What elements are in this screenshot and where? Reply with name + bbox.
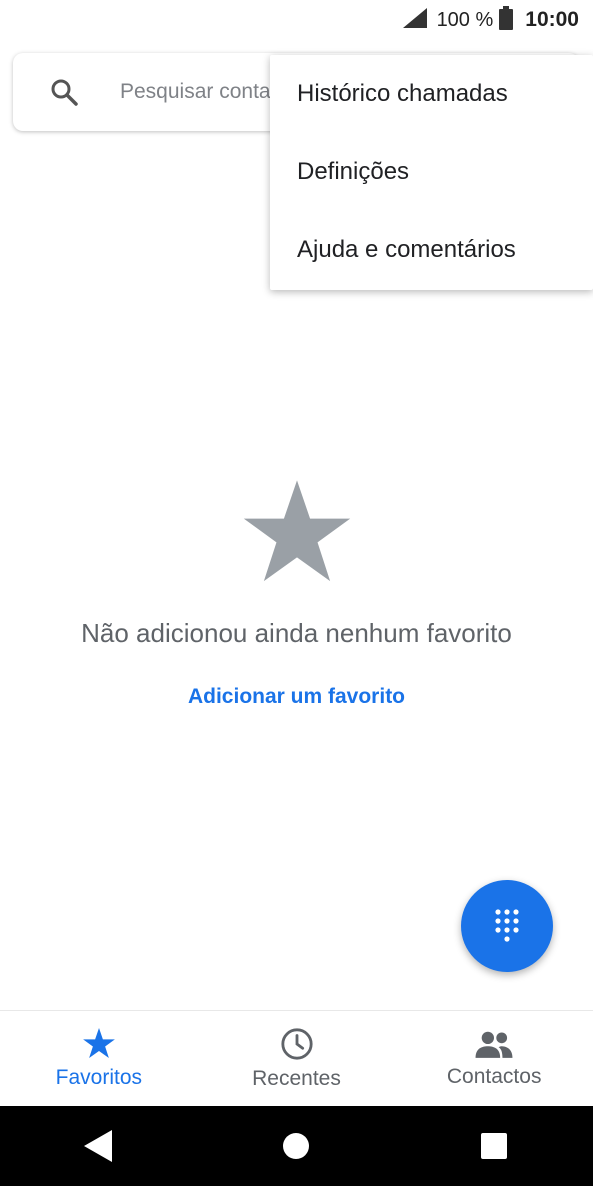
dialpad-button[interactable] [461, 880, 553, 972]
status-bar: 100 % 10:00 [0, 0, 593, 40]
tab-contacts[interactable]: Contactos [395, 1011, 593, 1107]
tab-label: Favoritos [55, 1066, 143, 1089]
home-button[interactable] [256, 1106, 336, 1186]
overview-icon [481, 1133, 508, 1159]
menu-item-call-history[interactable]: Histórico chamadas [270, 55, 593, 133]
tab-label: Recentes [252, 1067, 341, 1090]
signal-icon [402, 7, 427, 33]
menu-item-settings[interactable]: Definições [270, 133, 593, 211]
home-icon [283, 1133, 310, 1159]
recents-button[interactable] [454, 1106, 534, 1186]
tab-recents[interactable]: Recentes [198, 1011, 396, 1107]
battery-percent: 100 % [436, 8, 494, 31]
clock-icon [280, 1028, 313, 1060]
empty-message: Não adicionou ainda nenhum favorito [81, 618, 512, 648]
battery-icon [499, 5, 514, 35]
star-icon [82, 1028, 115, 1059]
people-icon [475, 1031, 513, 1058]
bottom-navigation: Favoritos Recentes Contactos [0, 1010, 593, 1107]
empty-favorites: Não adicionou ainda nenhum favorito Adic… [0, 480, 593, 709]
dialpad-icon [495, 909, 519, 942]
menu-item-help-feedback[interactable]: Ajuda e comentários [270, 211, 593, 289]
clock: 10:00 [525, 8, 579, 31]
back-button[interactable] [59, 1106, 139, 1186]
back-icon [83, 1130, 112, 1162]
overflow-menu: Histórico chamadas Definições Ajuda e co… [270, 55, 593, 290]
system-navigation-bar [0, 1106, 593, 1186]
tab-label: Contactos [446, 1065, 542, 1088]
tab-favorites[interactable]: Favoritos [0, 1011, 198, 1107]
add-favorite-link[interactable]: Adicionar um favorito [0, 685, 593, 709]
star-icon [243, 480, 350, 582]
search-icon[interactable] [50, 78, 78, 106]
